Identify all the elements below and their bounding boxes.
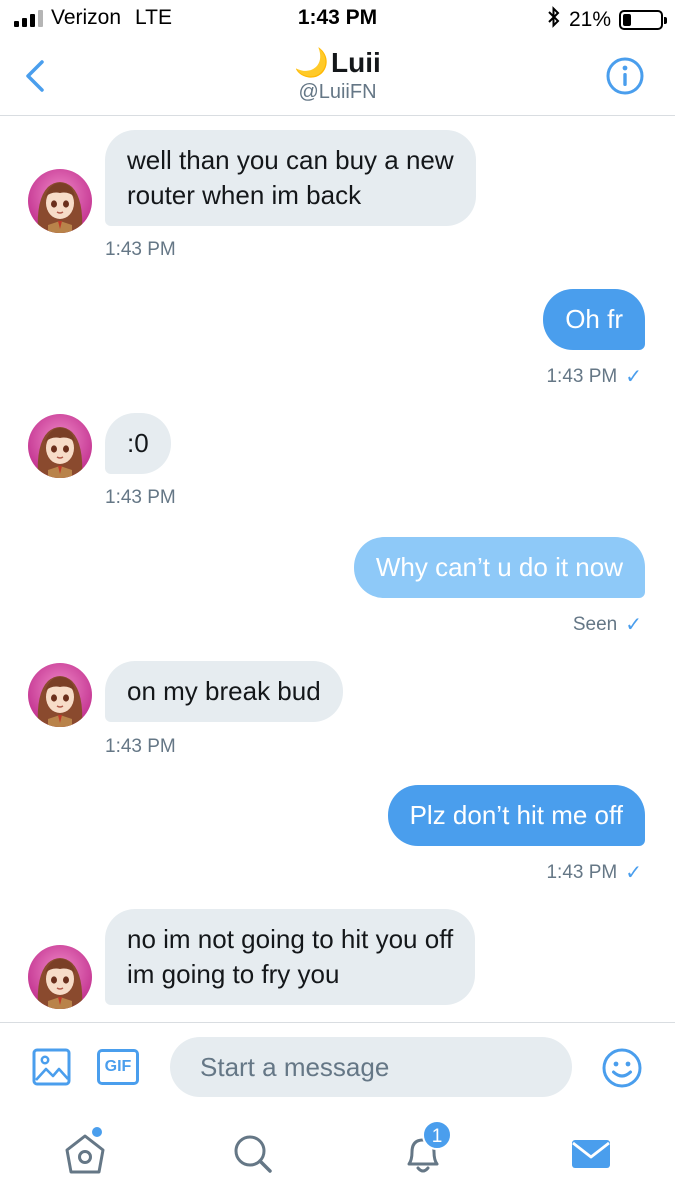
contact-handle: @LuiiFN — [298, 81, 377, 103]
message-timestamp: 1:43 PM — [546, 861, 618, 883]
message-status: 1:43 PM ✓ — [546, 860, 642, 885]
message-bubble-incoming[interactable]: on my break bud — [105, 661, 343, 722]
gif-button[interactable]: GIF — [97, 1049, 139, 1085]
battery-percent: 21% — [568, 8, 611, 31]
status-right: 21% — [547, 6, 667, 34]
message-bubble-incoming[interactable]: well than you can buy a new router when … — [105, 130, 476, 226]
battery-level-fill — [623, 14, 631, 26]
contact-avatar[interactable] — [28, 663, 92, 727]
contact-avatar[interactable] — [28, 945, 92, 1009]
sent-check-icon: ✓ — [625, 862, 642, 884]
message-timestamp: 1:43 PM — [546, 365, 618, 387]
message-timestamp: 1:43 PM — [105, 736, 176, 757]
message-composer: GIF — [0, 1022, 675, 1112]
message-bubble-outgoing[interactable]: Oh fr — [543, 289, 645, 350]
contact-name: Luii — [331, 46, 381, 78]
status-bar: Verizon LTE 1:43 PM 21% — [0, 0, 675, 38]
emoji-button[interactable] — [601, 1047, 643, 1089]
contact-avatar[interactable] — [28, 169, 92, 233]
search-icon — [234, 1135, 272, 1173]
tab-home[interactable] — [62, 1127, 112, 1180]
image-icon — [32, 1048, 71, 1086]
notification-count-badge: 1 — [422, 1120, 452, 1150]
add-photo-button[interactable] — [32, 1047, 72, 1087]
message-bubble-outgoing[interactable]: Why can’t u do it now — [353, 537, 645, 598]
message-bubble-incoming[interactable]: no im not going to hit you off im going … — [105, 909, 476, 1005]
tab-messages[interactable] — [568, 1130, 618, 1180]
home-icon — [65, 1134, 105, 1174]
message-timestamp: 1:43 PM — [105, 239, 176, 260]
contact-avatar[interactable] — [28, 414, 92, 478]
bottom-tab-bar: 1 — [0, 1112, 675, 1200]
message-list[interactable]: well than you can buy a new router when … — [0, 117, 675, 1022]
message-timestamp: 1:43 PM — [105, 487, 176, 508]
envelope-icon — [572, 1140, 610, 1168]
conversation-header: 🌙 Luii @LuiiFN — [0, 38, 675, 116]
tab-search[interactable] — [230, 1130, 280, 1180]
sent-check-icon: ✓ — [625, 366, 642, 388]
smiley-icon — [602, 1048, 642, 1088]
message-bubble-outgoing[interactable]: Plz don’t hit me off — [387, 785, 645, 846]
home-new-dot — [92, 1127, 102, 1137]
info-icon — [606, 57, 644, 95]
message-input[interactable] — [170, 1037, 572, 1097]
seen-check-icon: ✓ — [625, 614, 642, 636]
info-button[interactable] — [605, 56, 645, 96]
tab-notifications[interactable]: 1 — [400, 1120, 452, 1180]
bluetooth-icon — [547, 6, 561, 34]
conversation-title[interactable]: 🌙 Luii @LuiiFN — [0, 46, 675, 104]
message-bubble-incoming[interactable]: :0 — [105, 413, 171, 474]
battery-icon — [619, 10, 667, 30]
message-status: Seen ✓ — [573, 612, 642, 637]
message-status: 1:43 PM ✓ — [546, 364, 642, 389]
seen-label: Seen — [572, 613, 618, 635]
crescent-moon-emoji: 🌙 — [294, 47, 330, 78]
